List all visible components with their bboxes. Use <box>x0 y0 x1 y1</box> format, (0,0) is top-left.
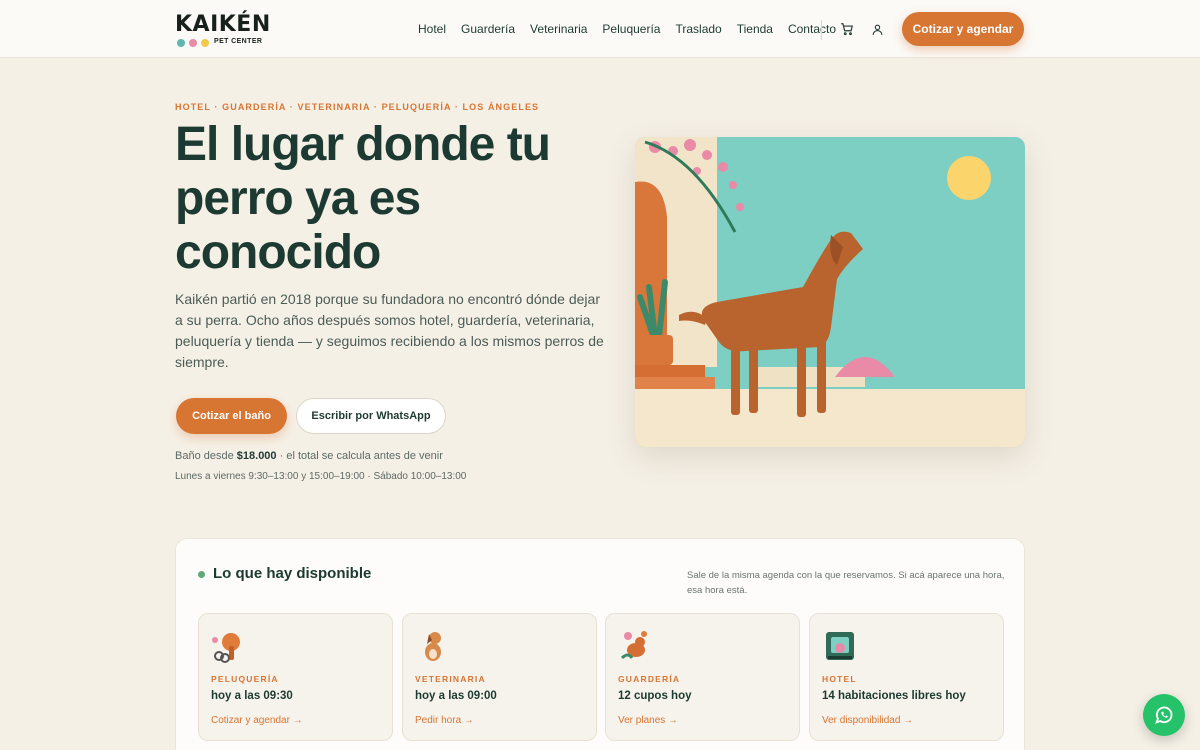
cart-icon[interactable] <box>838 20 856 38</box>
nav-item-tienda[interactable]: Tienda <box>737 22 773 36</box>
service-link[interactable]: Ver planes → <box>618 715 678 726</box>
main-nav: Hotel Guardería Veterinaria Peluquería T… <box>418 22 836 36</box>
service-link[interactable]: Cotizar y agendar → <box>211 715 303 726</box>
site-header: KAIKÉN PET CENTER Hotel Guardería Veteri… <box>0 0 1200 58</box>
service-availability: hoy a las 09:30 <box>211 690 293 702</box>
service-availability: hoy a las 09:00 <box>415 690 497 702</box>
nav-item-contacto[interactable]: Contacto <box>788 22 836 36</box>
availability-panel: Lo que hay disponible Sale de la misma a… <box>175 538 1025 750</box>
price-suffix: · el total se calcula antes de venir <box>279 450 443 462</box>
service-link[interactable]: Ver disponibilidad → <box>822 715 913 726</box>
price-info: Baño desde $18.000 · el total se calcula… <box>175 450 443 462</box>
vet-dog-icon <box>415 628 451 664</box>
hero-illustration <box>635 137 1025 447</box>
service-card-veterinaria[interactable]: VETERINARIA hoy a las 09:00 Pedir hora → <box>402 613 597 741</box>
nav-item-veterinaria[interactable]: Veterinaria <box>530 22 587 36</box>
daycare-dog-icon <box>618 628 654 664</box>
opening-hours: Lunes a viernes 9:30–13:00 y 15:00–19:00… <box>175 471 467 482</box>
hero-eyebrow: HOTEL · GUARDERÍA · VETERINARIA · PELUQU… <box>175 102 540 112</box>
availability-note: Sale de la misma agenda con la que reser… <box>687 570 1005 596</box>
brand-name: KAIKÉN <box>175 12 271 37</box>
user-icon[interactable] <box>868 20 886 38</box>
quote-schedule-button[interactable]: Cotizar y agendar <box>902 12 1024 46</box>
service-label: GUARDERÍA <box>618 674 681 684</box>
service-card-guarderia[interactable]: GUARDERÍA 12 cupos hoy Ver planes → <box>605 613 800 741</box>
brand-tagline: PET CENTER <box>214 38 263 45</box>
brand-logo[interactable]: KAIKÉN PET CENTER <box>175 12 271 49</box>
hero-description: Kaikén partió en 2018 porque su fundador… <box>175 291 604 370</box>
service-card-peluqueria[interactable]: PELUQUERÍA hoy a las 09:30 Cotizar y age… <box>198 613 393 741</box>
grooming-dryer-icon <box>211 628 247 664</box>
hotel-icon <box>822 628 858 664</box>
service-label: PELUQUERÍA <box>211 674 279 684</box>
nav-divider <box>821 20 822 40</box>
hero-title: El lugar donde tu perro ya es conocido <box>175 118 551 279</box>
nav-item-guarderia[interactable]: Guardería <box>461 22 515 36</box>
service-label: HOTEL <box>822 674 857 684</box>
brand-dots <box>177 39 209 47</box>
service-availability: 14 habitaciones libres hoy <box>822 690 966 702</box>
service-link[interactable]: Pedir hora → <box>415 715 474 726</box>
service-availability: 12 cupos hoy <box>618 690 692 702</box>
nav-item-peluqueria[interactable]: Peluquería <box>602 22 660 36</box>
live-status-dot <box>198 571 205 578</box>
nav-item-hotel[interactable]: Hotel <box>418 22 446 36</box>
price-value: $18.000 <box>236 450 277 462</box>
availability-title: Lo que hay disponible <box>213 565 372 582</box>
service-label: VETERINARIA <box>415 674 486 684</box>
whatsapp-icon[interactable] <box>1143 694 1185 736</box>
quote-bath-button[interactable]: Cotizar el baño <box>176 398 287 434</box>
price-prefix: Baño desde <box>175 450 234 462</box>
whatsapp-contact-button[interactable]: Escribir por WhatsApp <box>296 398 446 434</box>
nav-item-traslado[interactable]: Traslado <box>675 22 721 36</box>
service-card-hotel[interactable]: HOTEL 14 habitaciones libres hoy Ver dis… <box>809 613 1004 741</box>
